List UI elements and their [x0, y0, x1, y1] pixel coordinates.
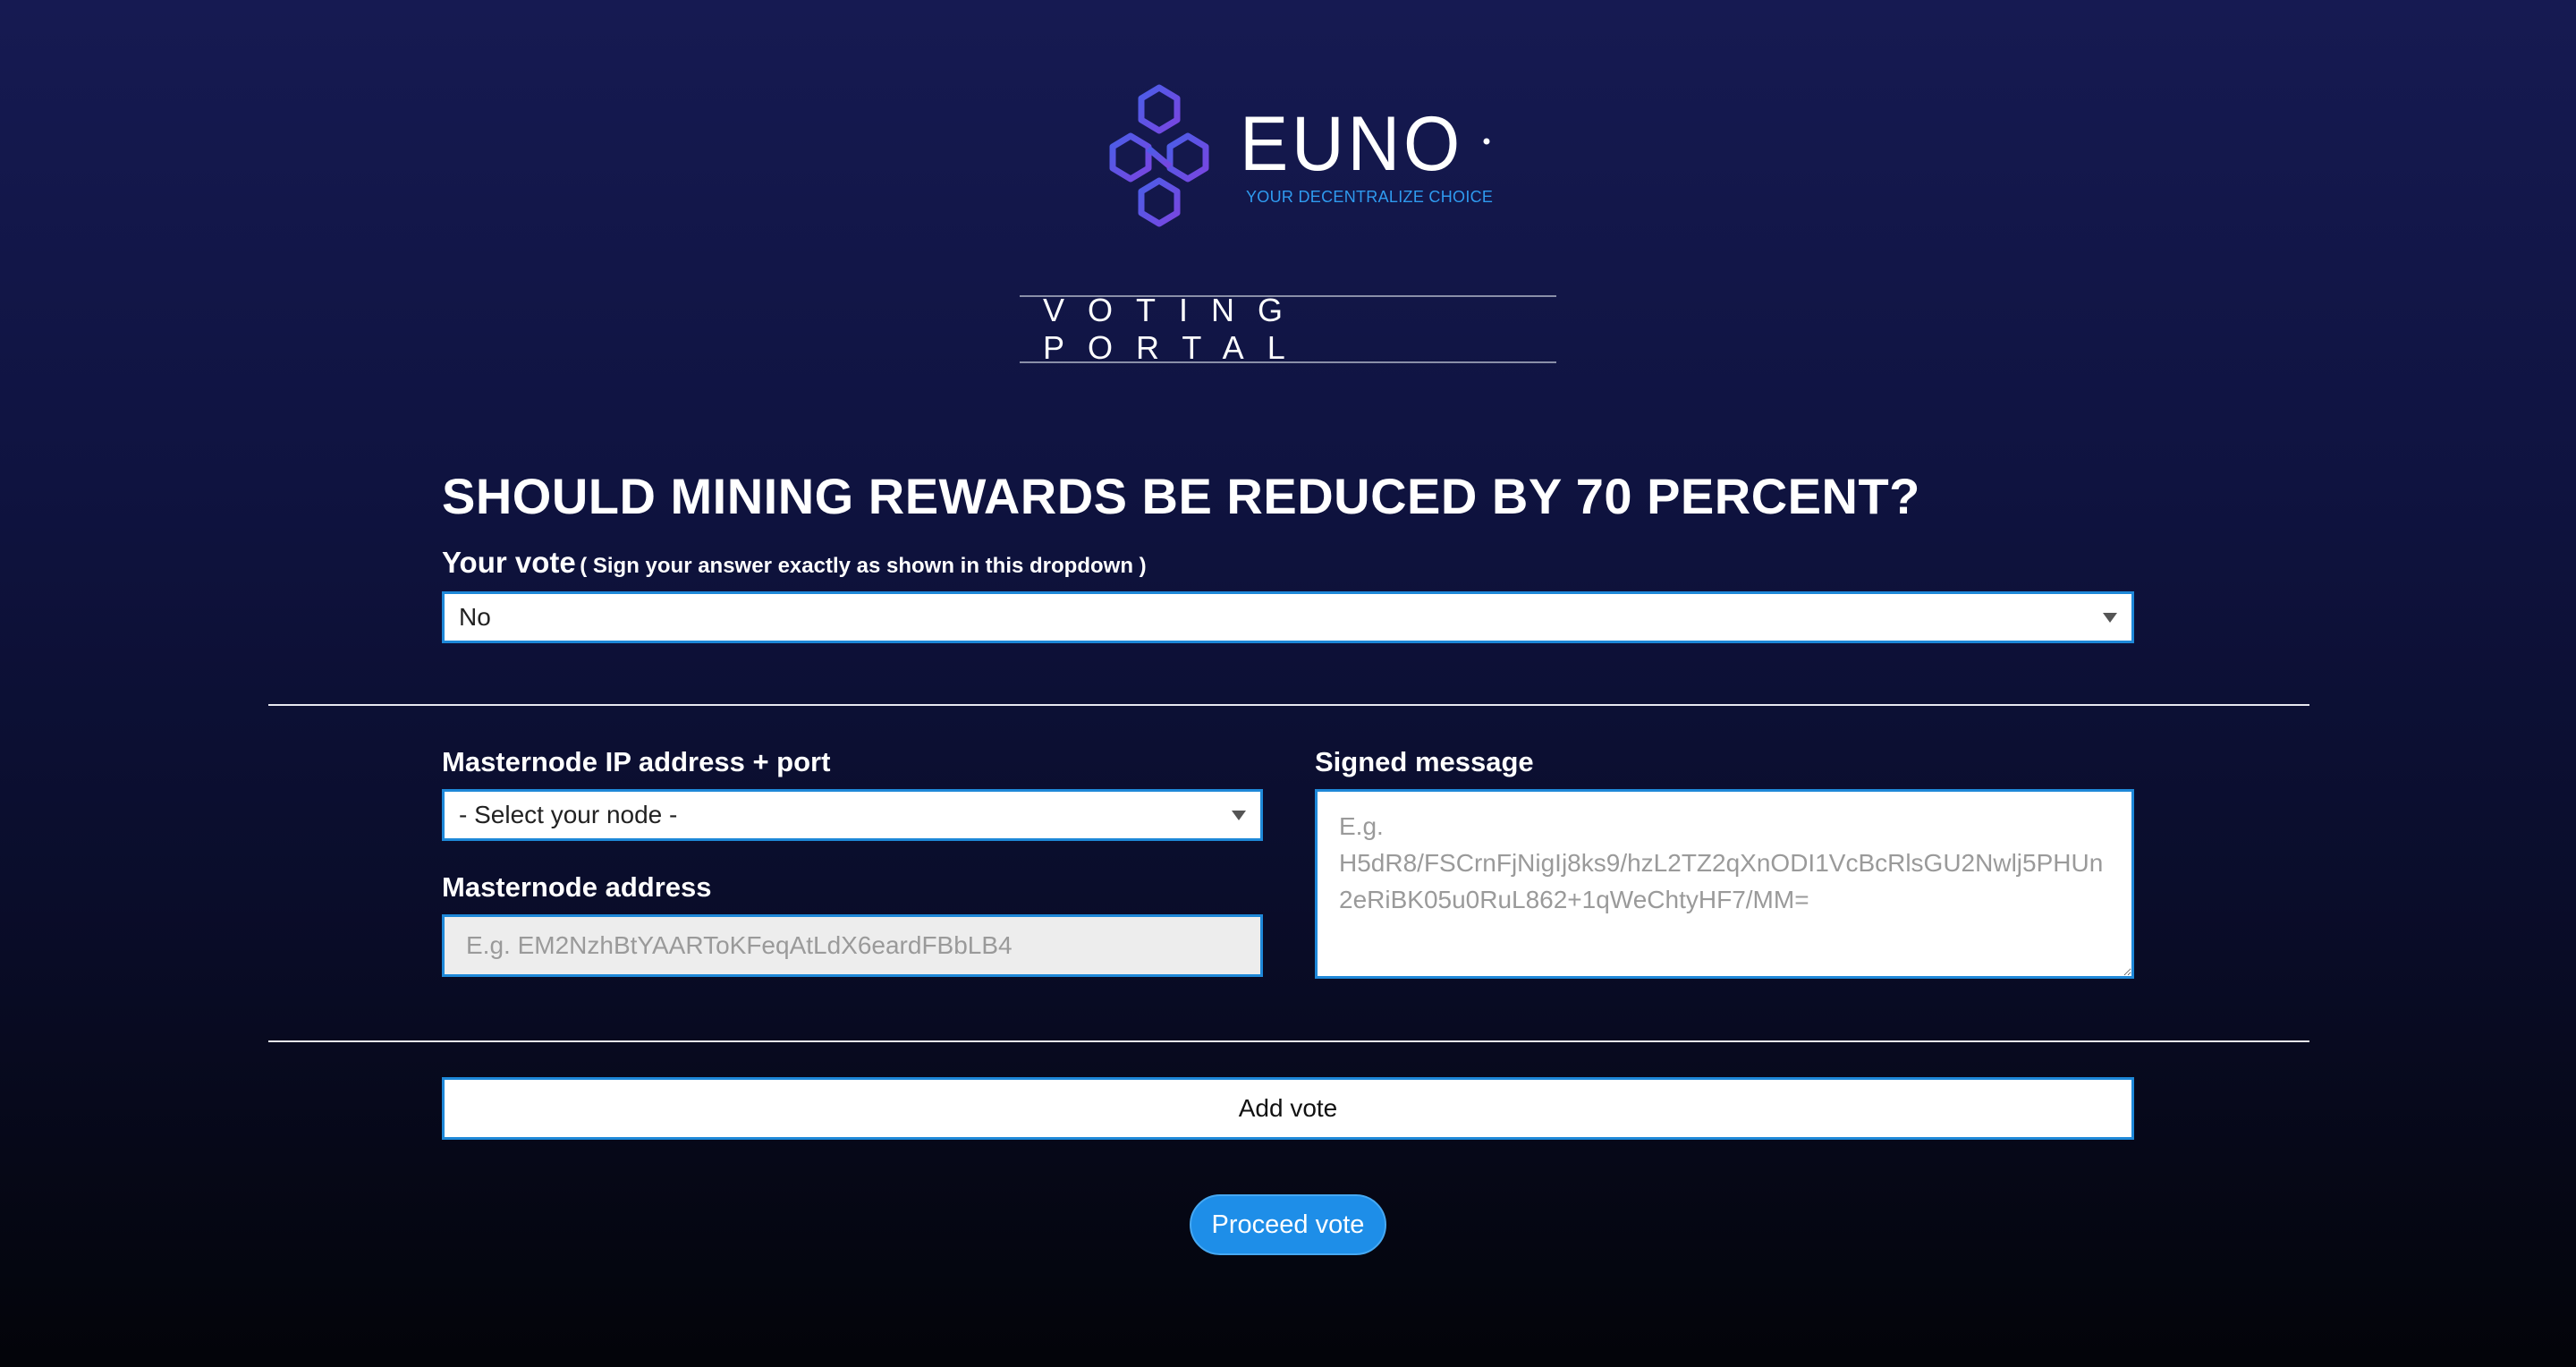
vote-label-hint: ( Sign your answer exactly as shown in t… — [580, 554, 1147, 578]
proceed-vote-button[interactable]: Proceed vote — [1190, 1194, 1386, 1255]
poll-question: SHOULD MINING REWARDS BE REDUCED BY 70 P… — [442, 468, 1920, 524]
vote-label-text: Your vote — [442, 546, 576, 579]
svg-text:EUNO: EUNO — [1240, 111, 1463, 183]
vote-label: Your vote ( Sign your answer exactly as … — [442, 546, 1147, 580]
add-vote-button[interactable]: Add vote — [442, 1077, 2134, 1140]
masternode-select-value: - Select your node - — [459, 801, 678, 828]
masternode-address-input[interactable] — [442, 914, 1263, 977]
euno-wordmark: EUNO — [1240, 111, 1490, 183]
section-divider — [268, 704, 2309, 706]
logo-tagline: YOUR DECENTRALIZE CHOICE — [1246, 188, 1494, 206]
brand-logo: EUNO YOUR DECENTRALIZE CHOICE — [1106, 84, 1499, 227]
masternode-ip-label: Masternode IP address + port — [442, 746, 831, 777]
masternode-address-label: Masternode address — [442, 871, 712, 903]
section-divider — [268, 1040, 2309, 1042]
vote-select[interactable]: No — [442, 591, 2134, 643]
chevron-down-icon — [1232, 811, 1246, 820]
page-title: VOTING PORTAL — [1020, 292, 1556, 366]
signed-message-label: Signed message — [1315, 746, 1534, 777]
chevron-down-icon — [2103, 613, 2117, 623]
euno-hexagon-logo-icon — [1109, 84, 1209, 227]
signed-message-textarea[interactable] — [1315, 789, 2134, 979]
vote-select-value: No — [459, 603, 491, 631]
masternode-select[interactable]: - Select your node - — [442, 789, 1263, 841]
